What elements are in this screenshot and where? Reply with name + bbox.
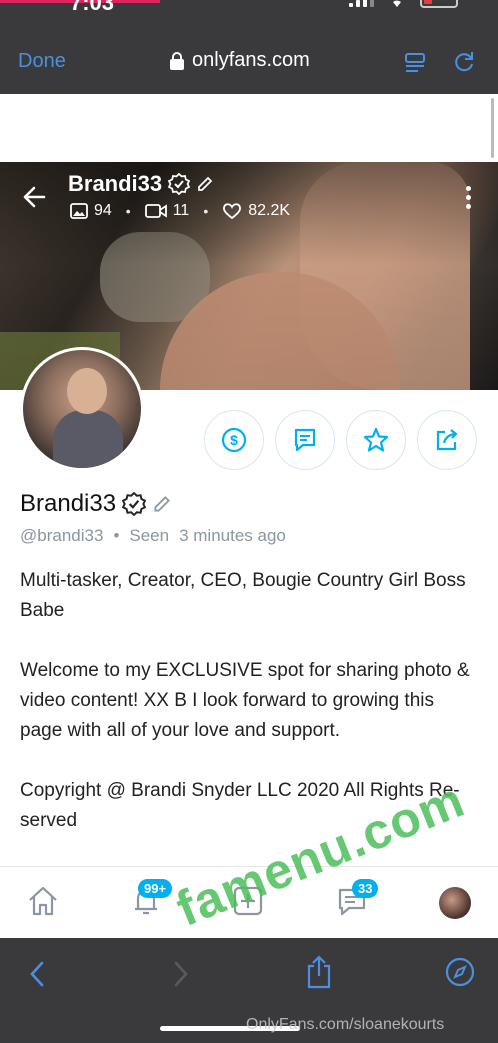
verified-icon <box>168 173 191 195</box>
done-button[interactable]: Done <box>18 50 66 73</box>
star-icon <box>363 427 389 452</box>
verified-icon <box>122 492 147 516</box>
more-options-icon[interactable] <box>466 186 471 209</box>
profile-name: Brandi33 <box>20 490 172 518</box>
heart-icon <box>223 203 242 220</box>
tip-button[interactable]: $ <box>204 410 264 470</box>
cover-profile-name: Brandi33 <box>68 171 214 197</box>
svg-text:$: $ <box>230 432 238 448</box>
home-icon[interactable] <box>26 885 60 917</box>
notifications-badge: 99+ <box>138 879 173 898</box>
messages-badge: 33 <box>352 879 379 898</box>
my-profile-avatar[interactable] <box>439 887 471 919</box>
forward-chevron-icon[interactable] <box>172 960 190 988</box>
edit-pencil-icon[interactable] <box>152 494 172 514</box>
reader-view-icon[interactable] <box>404 52 426 74</box>
profile-name-text: Brandi33 <box>20 490 117 517</box>
scroll-indicator[interactable] <box>491 98 494 158</box>
dollar-tip-icon: $ <box>221 427 247 453</box>
address-field[interactable]: onlyfans.com <box>170 49 310 72</box>
signal-icon <box>349 0 374 7</box>
handle-separator: • <box>113 526 120 545</box>
video-count: 11 <box>172 202 190 219</box>
profile-handle: @brandi33 <box>20 526 104 545</box>
status-time: 7:03 <box>70 0 115 15</box>
back-chevron-icon[interactable] <box>28 960 46 988</box>
stats-separator: • <box>203 203 209 219</box>
share-sheet-icon[interactable] <box>304 954 334 990</box>
browser-url-bar: Done onlyfans.com <box>0 30 498 94</box>
back-arrow-icon[interactable] <box>22 186 46 208</box>
message-icon <box>294 428 316 452</box>
reload-icon[interactable] <box>452 50 476 74</box>
message-button[interactable] <box>275 410 335 470</box>
seen-time: 3 minutes ago <box>179 526 286 545</box>
bio-paragraph: Welcome to my EXCLUSIVE spot for sharing… <box>20 660 470 741</box>
status-bar: 7:03 <box>0 0 498 30</box>
photo-count: 94 <box>94 202 112 219</box>
profile-stats: 94 • 11 • 82.2K <box>70 202 290 220</box>
avatar[interactable] <box>20 347 144 471</box>
bio-paragraph: Multi-tasker, Creator, CEO, Bougie Count… <box>20 570 466 621</box>
seen-label: Seen <box>129 526 170 545</box>
share-button[interactable] <box>417 410 477 470</box>
url-text: onlyfans.com <box>192 49 310 71</box>
lock-icon <box>170 51 184 70</box>
status-icons <box>349 0 458 8</box>
battery-icon <box>420 0 458 8</box>
wifi-icon <box>393 0 401 7</box>
stats-separator: • <box>125 203 131 219</box>
handle-line: @brandi33 • Seen 3 minutes ago <box>20 526 286 546</box>
likes-count: 82.2K <box>248 202 291 219</box>
share-icon <box>436 429 458 451</box>
favorite-button[interactable] <box>346 410 406 470</box>
edit-pencil-icon[interactable] <box>196 175 214 193</box>
video-icon <box>144 204 167 218</box>
compass-icon[interactable] <box>444 956 476 988</box>
photo-icon <box>70 203 88 219</box>
watermark-onlyfans-url: OnlyFans.com/sloanekourts <box>246 1016 445 1033</box>
cover-name-text: Brandi33 <box>68 171 163 196</box>
